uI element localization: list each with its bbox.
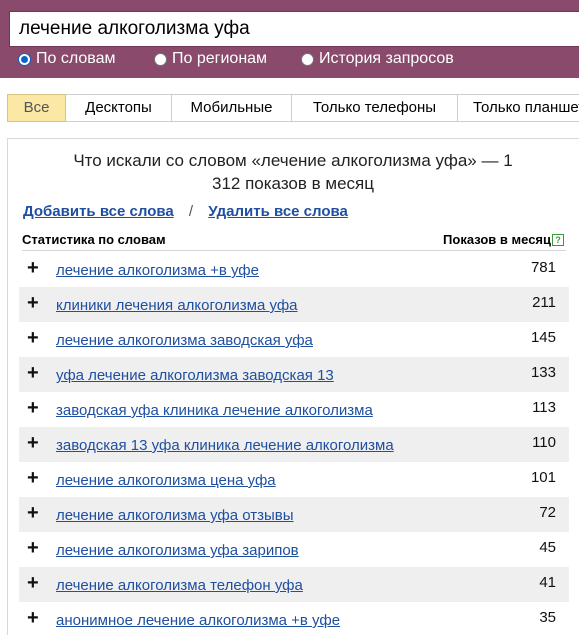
add-word-plus-icon[interactable]: +: [27, 363, 39, 383]
help-icon[interactable]: ?: [552, 233, 564, 246]
impressions-count: 45: [539, 539, 556, 556]
keyword-link[interactable]: лечение алкоголизма заводская уфа: [56, 332, 313, 349]
impressions-count: 781: [530, 259, 556, 276]
keyword-link[interactable]: заводская уфа клиника лечение алкоголизм…: [56, 402, 373, 419]
table-row: + лечение алкоголизма уфа отзывы 72: [19, 497, 569, 532]
add-word-plus-icon[interactable]: +: [27, 293, 39, 313]
search-query-text: лечение алкоголизма уфа: [19, 18, 250, 39]
radio-icon[interactable]: [301, 52, 314, 66]
impressions-count: 110: [532, 434, 556, 451]
column-header-impressions: Показов в месяц ?: [443, 232, 564, 247]
header-divider: [22, 250, 566, 251]
word-stats-table: + лечение алкоголизма +в уфе 781 + клини…: [19, 252, 569, 635]
table-row: + уфа лечение алкоголизма заводская 13 1…: [19, 357, 569, 392]
add-word-plus-icon[interactable]: +: [27, 573, 39, 593]
keyword-link[interactable]: лечение алкоголизма уфа отзывы: [56, 507, 294, 524]
remove-all-words-link[interactable]: Удалить все слова: [208, 203, 348, 220]
table-row: + заводская уфа клиника лечение алкоголи…: [19, 392, 569, 427]
table-row: + лечение алкоголизма заводская уфа 145: [19, 322, 569, 357]
impressions-count: 113: [532, 399, 556, 416]
tab-desktops[interactable]: Десктопы: [66, 94, 172, 122]
add-word-plus-icon[interactable]: +: [27, 503, 39, 523]
table-row: + лечение алкоголизма телефон уфа 41: [19, 567, 569, 602]
add-all-words-link[interactable]: Добавить все слова: [23, 203, 174, 220]
keyword-link[interactable]: клиники лечения алкоголизма уфа: [56, 297, 298, 314]
word-stats-panel: Что искали со словом «лечение алкоголизм…: [7, 138, 579, 635]
bulk-actions: Добавить все слова / Удалить все слова: [23, 203, 348, 220]
impressions-count: 101: [530, 469, 556, 486]
mode-label: По словам: [36, 50, 116, 67]
column-header-impressions-label: Показов в месяц: [443, 232, 551, 247]
table-row: + заводская 13 уфа клиника лечение алког…: [19, 427, 569, 462]
impressions-count: 41: [539, 574, 556, 591]
radio-checked-icon[interactable]: [18, 52, 31, 66]
add-word-plus-icon[interactable]: +: [27, 398, 39, 418]
tab-phones-only[interactable]: Только телефоны: [292, 94, 458, 122]
tab-mobile[interactable]: Мобильные: [172, 94, 292, 122]
mode-label: История запросов: [319, 50, 454, 67]
search-header: лечение алкоголизма уфа По словам По рег…: [0, 0, 579, 78]
mode-label: По регионам: [172, 50, 268, 67]
tab-all[interactable]: Все: [7, 94, 66, 122]
mode-by-regions[interactable]: По регионам: [154, 50, 301, 68]
keyword-link[interactable]: лечение алкоголизма цена уфа: [56, 472, 276, 489]
impressions-count: 133: [530, 364, 556, 381]
keyword-link[interactable]: уфа лечение алкоголизма заводская 13: [56, 367, 334, 384]
search-input[interactable]: лечение алкоголизма уфа: [9, 11, 579, 47]
device-tabs: Все Десктопы Мобильные Только телефоны Т…: [7, 94, 579, 122]
add-word-plus-icon[interactable]: +: [27, 538, 39, 558]
results-title: Что искали со словом «лечение алкоголизм…: [73, 151, 513, 193]
add-word-plus-icon[interactable]: +: [27, 608, 39, 628]
add-word-plus-icon[interactable]: +: [27, 433, 39, 453]
impressions-count: 145: [530, 329, 556, 346]
search-mode-group: По словам По регионам История запросов: [18, 49, 454, 69]
impressions-count: 35: [539, 609, 556, 626]
table-row: + клиники лечения алкоголизма уфа 211: [19, 287, 569, 322]
mode-history[interactable]: История запросов: [301, 50, 454, 68]
keyword-link[interactable]: лечение алкоголизма уфа зарипов: [56, 542, 299, 559]
impressions-count: 72: [539, 504, 556, 521]
mode-by-words[interactable]: По словам: [18, 50, 154, 68]
keyword-link[interactable]: заводская 13 уфа клиника лечение алкогол…: [56, 437, 394, 454]
add-word-plus-icon[interactable]: +: [27, 258, 39, 278]
column-header-words: Статистика по словам: [22, 232, 166, 247]
impressions-count: 211: [532, 294, 556, 311]
actions-separator: /: [188, 203, 194, 220]
keyword-link[interactable]: лечение алкоголизма +в уфе: [56, 262, 259, 279]
table-row: + лечение алкоголизма +в уфе 781: [19, 252, 569, 287]
table-row: + лечение алкоголизма цена уфа 101: [19, 462, 569, 497]
table-row: + анонимное лечение алкоголизма +в уфе 3…: [19, 602, 569, 635]
tab-tablets-only[interactable]: Только планшеты: [458, 94, 579, 122]
keyword-link[interactable]: лечение алкоголизма телефон уфа: [56, 577, 303, 594]
table-row: + лечение алкоголизма уфа зарипов 45: [19, 532, 569, 567]
keyword-link[interactable]: анонимное лечение алкоголизма +в уфе: [56, 612, 340, 629]
add-word-plus-icon[interactable]: +: [27, 328, 39, 348]
radio-icon[interactable]: [154, 52, 167, 66]
add-word-plus-icon[interactable]: +: [27, 468, 39, 488]
